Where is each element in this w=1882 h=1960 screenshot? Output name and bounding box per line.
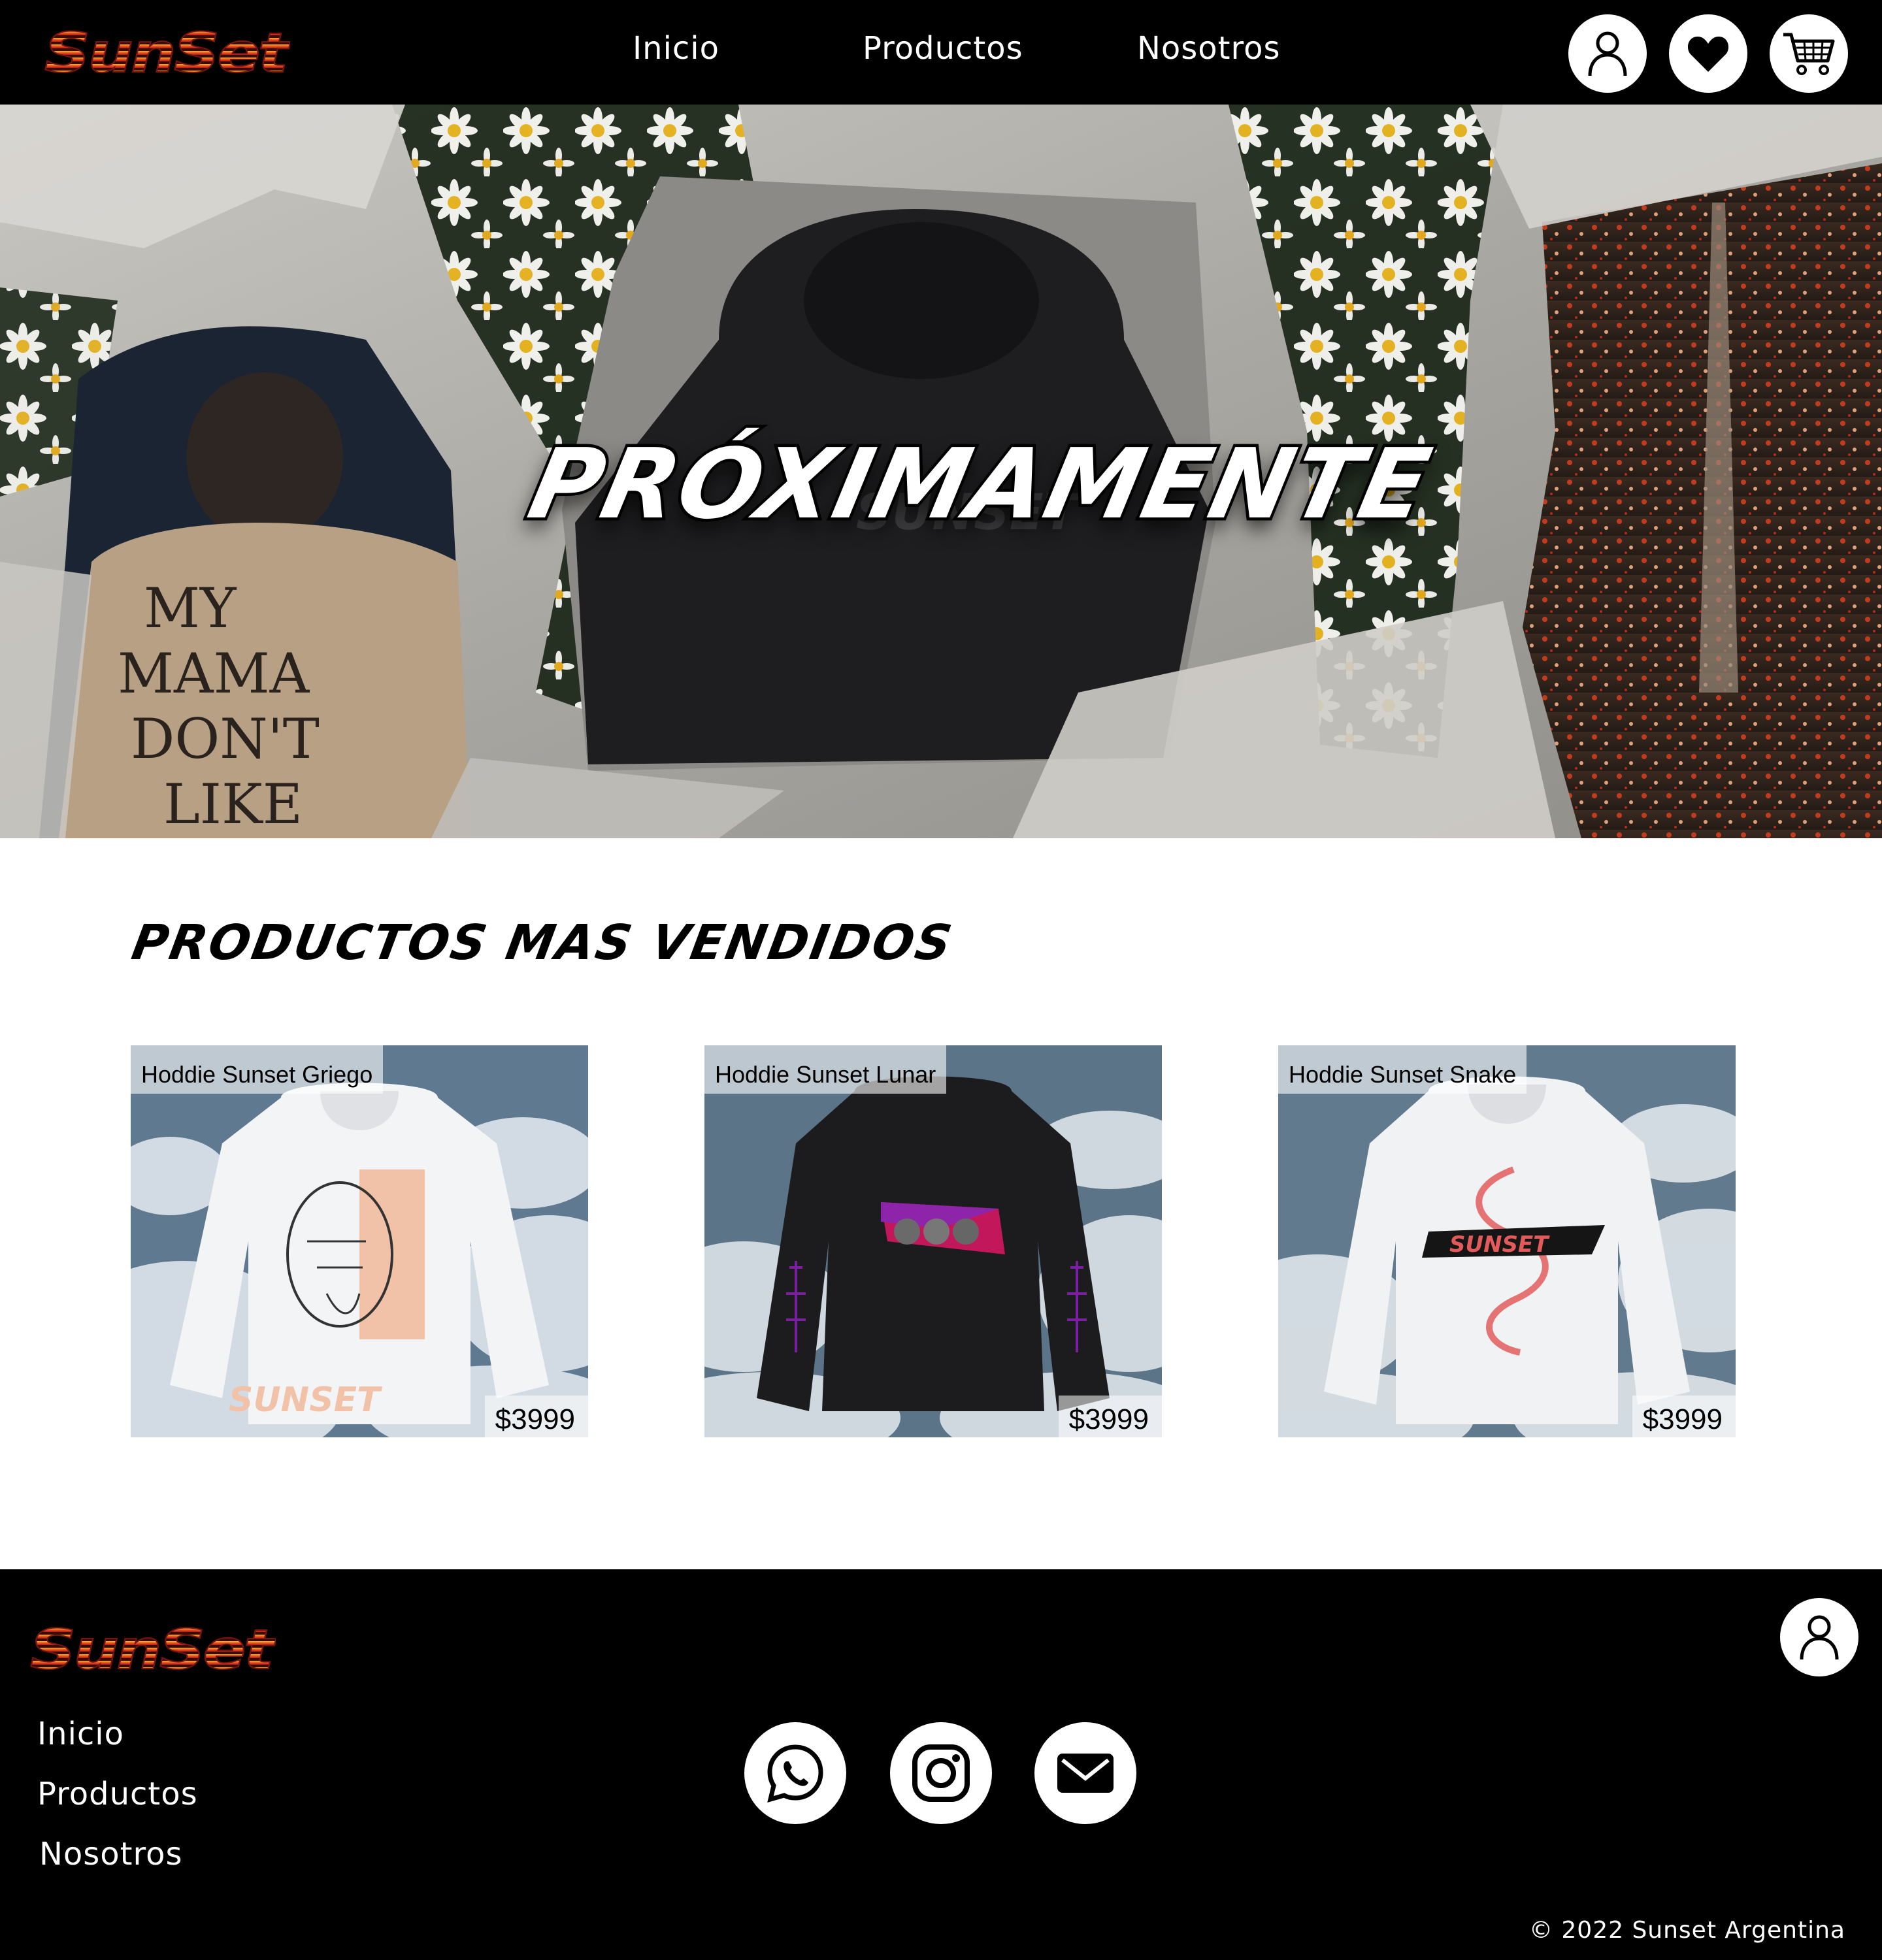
email-button[interactable]: [1034, 1722, 1136, 1824]
hero-title: PRÓXIMAMENTE: [517, 425, 1444, 544]
svg-text:MY: MY: [144, 576, 237, 640]
product-name: Hoddie Sunset Lunar: [704, 1045, 947, 1094]
product-card[interactable]: Hoddie Sunset Lunar $3999: [704, 1045, 1162, 1437]
instagram-button[interactable]: [890, 1722, 992, 1824]
svg-text:SunSet: SunSet: [44, 25, 290, 81]
svg-text:LIKE: LIKE: [163, 772, 303, 836]
site-footer: SunSet Inicio Productos Nosotros © 2022 …: [0, 1569, 1882, 1960]
product-image: SUNSET: [131, 1045, 588, 1437]
product-card[interactable]: SUNSET Hoddie Sunset Snake $3999: [1278, 1045, 1736, 1437]
product-name: Hoddie Sunset Snake: [1278, 1045, 1527, 1094]
product-name: Hoddie Sunset Griego: [131, 1045, 384, 1094]
product-image: [704, 1045, 1162, 1437]
user-icon: [1588, 31, 1627, 76]
section-title: PRODUCTOS MAS VENDIDOS: [127, 915, 958, 971]
whatsapp-button[interactable]: [744, 1722, 846, 1824]
instagram-icon: [912, 1744, 970, 1802]
mail-icon: [1057, 1754, 1114, 1793]
footer-brand-logo[interactable]: SunSet: [27, 1622, 276, 1678]
hero-banner: MY MAMA DON'T LIKE SUNSET PRÓXIMAMENTE: [0, 105, 1882, 838]
cart-icon: [1783, 33, 1835, 75]
nav-link-inicio[interactable]: Inicio: [633, 30, 719, 67]
product-price: $3999: [1632, 1396, 1736, 1437]
account-button[interactable]: [1568, 14, 1647, 93]
heart-icon: [1687, 37, 1729, 72]
product-price: $3999: [1058, 1396, 1162, 1437]
svg-text:MAMA: MAMA: [118, 642, 310, 706]
product-graphic-text: SUNSET: [229, 1380, 382, 1420]
svg-text:DON'T: DON'T: [131, 707, 320, 771]
product-card[interactable]: SUNSET Hoddie Sunset Griego $3999: [131, 1045, 588, 1437]
nav-link-productos[interactable]: Productos: [863, 30, 1023, 67]
footer-link-inicio[interactable]: Inicio: [37, 1716, 124, 1752]
cart-button[interactable]: [1770, 14, 1848, 93]
user-icon: [1800, 1615, 1839, 1660]
product-image: SUNSET: [1278, 1045, 1736, 1437]
product-graphic-text: SUNSET: [1449, 1232, 1550, 1258]
footer-account-button[interactable]: [1780, 1598, 1858, 1676]
brand-logo[interactable]: SunSet: [42, 25, 290, 81]
sunset-logo-icon: SunSet: [29, 1622, 276, 1678]
copyright-text: © 2022 Sunset Argentina: [1528, 1917, 1845, 1944]
svg-text:SunSet: SunSet: [30, 1622, 276, 1678]
sunset-logo-icon: SunSet: [44, 25, 290, 81]
wishlist-button[interactable]: [1669, 14, 1747, 93]
nav-link-nosotros[interactable]: Nosotros: [1137, 30, 1281, 67]
footer-link-productos[interactable]: Productos: [37, 1776, 198, 1812]
footer-link-nosotros[interactable]: Nosotros: [39, 1836, 183, 1872]
whatsapp-icon: [767, 1744, 823, 1803]
site-header: SunSet Inicio Productos Nosotros: [0, 0, 1882, 105]
product-price: $3999: [484, 1396, 588, 1437]
